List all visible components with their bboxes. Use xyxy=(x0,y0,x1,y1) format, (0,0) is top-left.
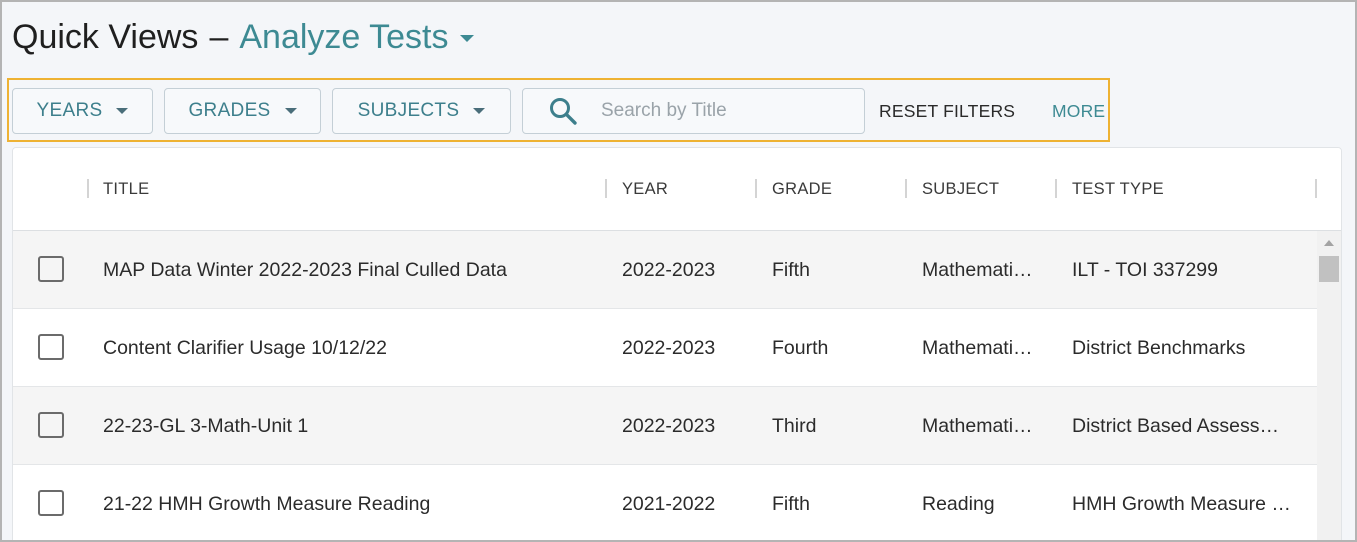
column-divider xyxy=(1055,179,1057,198)
page-header: Quick Views – Analyze Tests xyxy=(12,14,474,60)
cell-test-type: HMH Growth Measure … xyxy=(1072,492,1291,515)
cell-subject: Mathemati… xyxy=(922,336,1033,359)
cell-subject: Mathemati… xyxy=(922,258,1033,281)
cell-year: 2022-2023 xyxy=(622,336,716,359)
page-title: Quick Views xyxy=(12,17,199,56)
column-divider xyxy=(87,179,89,198)
table-row[interactable]: 22-23-GL 3-Math-Unit 1 2022-2023 Third M… xyxy=(13,387,1317,465)
row-checkbox-icon[interactable] xyxy=(38,412,64,438)
filter-bar: YEARS GRADES SUBJECTS RESET FILTERS MORE xyxy=(7,78,1110,142)
cell-grade: Third xyxy=(772,414,817,437)
column-divider xyxy=(1315,179,1317,198)
column-divider xyxy=(905,179,907,198)
cell-year: 2021-2022 xyxy=(622,492,716,515)
tests-table: TITLE YEAR GRADE SUBJECT TEST TYPE MAP D… xyxy=(12,147,1342,542)
chevron-down-icon xyxy=(284,108,297,114)
vertical-scrollbar[interactable] xyxy=(1317,231,1341,542)
cell-title: Content Clarifier Usage 10/12/22 xyxy=(103,336,387,359)
chevron-down-icon xyxy=(116,108,129,114)
years-filter-button[interactable]: YEARS xyxy=(12,88,153,134)
search-box xyxy=(522,88,865,134)
cell-test-type: ILT - TOI 337299 xyxy=(1072,258,1218,281)
cell-title: 21-22 HMH Growth Measure Reading xyxy=(103,492,431,515)
column-divider xyxy=(605,179,607,198)
table-row[interactable]: MAP Data Winter 2022-2023 Final Culled D… xyxy=(13,231,1317,309)
column-divider xyxy=(755,179,757,198)
column-header-grade[interactable]: GRADE xyxy=(772,148,832,231)
cell-year: 2022-2023 xyxy=(622,414,716,437)
search-icon[interactable] xyxy=(548,96,578,126)
row-checkbox-icon[interactable] xyxy=(38,490,64,516)
column-header-test-type[interactable]: TEST TYPE xyxy=(1072,148,1164,231)
table-row[interactable]: 21-22 HMH Growth Measure Reading 2021-20… xyxy=(13,465,1317,542)
table-row[interactable]: Content Clarifier Usage 10/12/22 2022-20… xyxy=(13,309,1317,387)
row-checkbox-icon[interactable] xyxy=(38,334,64,360)
chevron-down-icon xyxy=(473,108,486,114)
scrollbar-thumb[interactable] xyxy=(1319,256,1339,282)
grades-filter-button[interactable]: GRADES xyxy=(164,88,321,134)
quick-view-selector[interactable]: Analyze Tests xyxy=(239,17,474,57)
title-separator: – xyxy=(209,17,229,56)
cell-grade: Fourth xyxy=(772,336,829,359)
column-header-subject[interactable]: SUBJECT xyxy=(922,148,999,231)
table-header: TITLE YEAR GRADE SUBJECT TEST TYPE xyxy=(13,148,1341,231)
quick-view-label: Analyze Tests xyxy=(239,17,449,56)
search-input[interactable] xyxy=(601,100,851,122)
cell-test-type: District Benchmarks xyxy=(1072,336,1246,359)
more-button[interactable]: MORE xyxy=(1052,88,1105,134)
cell-grade: Fifth xyxy=(772,258,810,281)
cell-grade: Fifth xyxy=(772,492,810,515)
subjects-filter-button[interactable]: SUBJECTS xyxy=(332,88,511,134)
cell-title: 22-23-GL 3-Math-Unit 1 xyxy=(103,414,309,437)
column-header-year[interactable]: YEAR xyxy=(622,148,668,231)
reset-filters-button[interactable]: RESET FILTERS xyxy=(879,88,1015,134)
scroll-up-arrow-icon[interactable] xyxy=(1324,240,1334,246)
cell-subject: Mathemati… xyxy=(922,414,1033,437)
years-filter-label: YEARS xyxy=(36,100,103,121)
cell-title: MAP Data Winter 2022-2023 Final Culled D… xyxy=(103,258,507,281)
column-header-title[interactable]: TITLE xyxy=(103,148,149,231)
cell-subject: Reading xyxy=(922,492,995,515)
chevron-down-icon xyxy=(459,35,474,42)
cell-test-type: District Based Assess… xyxy=(1072,414,1279,437)
grades-filter-label: GRADES xyxy=(188,100,271,121)
subjects-filter-label: SUBJECTS xyxy=(357,100,460,121)
cell-year: 2022-2023 xyxy=(622,258,716,281)
row-checkbox-icon[interactable] xyxy=(38,256,64,282)
